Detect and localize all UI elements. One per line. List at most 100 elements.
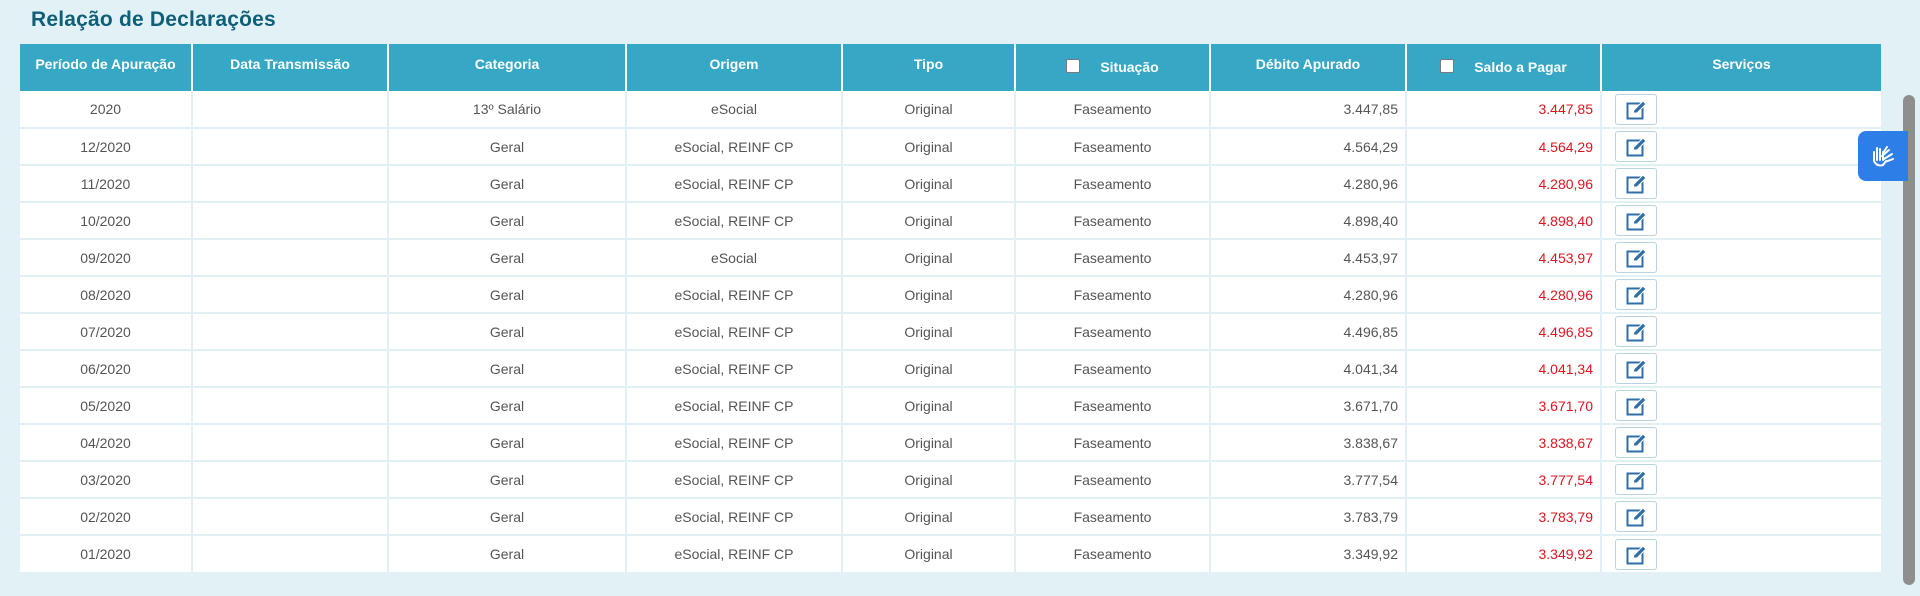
cell-origem: eSocial, REINF CP bbox=[625, 350, 842, 388]
edit-button[interactable] bbox=[1615, 501, 1657, 532]
cell-origem: eSocial bbox=[625, 239, 842, 277]
situacao-select-all-checkbox[interactable] bbox=[1066, 59, 1081, 73]
edit-button[interactable] bbox=[1615, 93, 1657, 125]
cell-origem: eSocial, REINF CP bbox=[625, 387, 842, 425]
edit-icon bbox=[1626, 544, 1647, 564]
saldo-select-all-checkbox[interactable] bbox=[1440, 59, 1455, 73]
edit-icon bbox=[1626, 248, 1647, 268]
edit-icon bbox=[1626, 322, 1647, 342]
table-row: 06/2020 Geral eSocial, REINF CP Original Fas… bbox=[20, 350, 1881, 388]
cell-servicos bbox=[1600, 202, 1881, 240]
cell-tipo: Original bbox=[841, 313, 1015, 351]
cell-servicos bbox=[1600, 313, 1881, 351]
edit-button[interactable] bbox=[1615, 538, 1657, 570]
edit-icon bbox=[1626, 174, 1647, 194]
cell-categoria: Geral bbox=[387, 165, 626, 203]
cell-origem: eSocial, REINF CP bbox=[625, 165, 842, 203]
cell-saldo: 3.447,85 bbox=[1405, 91, 1601, 129]
cell-origem: eSocial bbox=[625, 91, 842, 129]
edit-button[interactable] bbox=[1615, 242, 1657, 273]
cell-debito: 3.447,85 bbox=[1209, 91, 1406, 129]
table-row: 09/2020 Geral eSocial Original Faseamento 4.4… bbox=[20, 239, 1881, 277]
header-situacao-label: Situação bbox=[1100, 59, 1159, 75]
cell-periodo: 12/2020 bbox=[20, 128, 192, 166]
cell-servicos bbox=[1600, 535, 1881, 572]
cell-periodo: 01/2020 bbox=[80, 546, 131, 562]
edit-button[interactable] bbox=[1615, 353, 1657, 384]
cell-data-transmissao bbox=[191, 202, 388, 240]
cell-saldo: 4.564,29 bbox=[1405, 128, 1601, 166]
table-row: 05/2020 Geral eSocial, REINF CP Original Fas… bbox=[20, 387, 1881, 425]
cell-data-transmissao bbox=[191, 313, 388, 351]
cell-categoria: Geral bbox=[387, 276, 626, 314]
header-servicos: Serviços bbox=[1600, 44, 1881, 91]
edit-button[interactable] bbox=[1615, 427, 1657, 458]
cell-debito: 3.777,54 bbox=[1209, 461, 1406, 499]
cell-saldo: 3.349,92 bbox=[1405, 535, 1601, 572]
cell-categoria: Geral bbox=[387, 424, 626, 462]
cell-debito: 3.838,67 bbox=[1209, 424, 1406, 462]
edit-icon bbox=[1626, 507, 1647, 527]
table-row: 11/2020 Geral eSocial, REINF CP Original Fas… bbox=[20, 165, 1881, 203]
declarations-table: Período de Apuração Data Transmissão Cat… bbox=[20, 44, 1881, 572]
cell-categoria: Geral bbox=[387, 461, 626, 499]
cell-saldo: 3.783,79 bbox=[1405, 498, 1601, 536]
cell-saldo: 4.898,40 bbox=[1405, 202, 1601, 240]
cell-periodo: 11/2020 bbox=[20, 165, 192, 203]
table-row: 10/2020 Geral eSocial, REINF CP Original Fas… bbox=[20, 202, 1881, 240]
edit-button[interactable] bbox=[1615, 279, 1657, 310]
cell-data-transmissao bbox=[191, 128, 388, 166]
cell-tipo: Original bbox=[841, 498, 1015, 536]
header-categoria[interactable]: Categoria bbox=[387, 44, 626, 91]
cell-servicos bbox=[1600, 239, 1881, 277]
cell-tipo: Original bbox=[841, 350, 1015, 388]
table-row: 08/2020 Geral eSocial, REINF CP Original Fas… bbox=[20, 276, 1881, 314]
table-row: 04/2020 Geral eSocial, REINF CP Original Fas… bbox=[20, 424, 1881, 462]
edit-button[interactable] bbox=[1615, 131, 1657, 162]
cell-origem: eSocial, REINF CP bbox=[625, 535, 842, 572]
cell-origem: eSocial, REINF CP bbox=[625, 313, 842, 351]
header-tipo[interactable]: Tipo bbox=[841, 44, 1015, 91]
cell-tipo: Original bbox=[841, 424, 1015, 462]
edit-icon bbox=[1626, 211, 1647, 231]
cell-saldo: 4.453,97 bbox=[1405, 239, 1601, 277]
cell-situacao: Faseamento bbox=[1014, 276, 1210, 314]
edit-button[interactable] bbox=[1615, 390, 1657, 421]
accessibility-button[interactable] bbox=[1858, 131, 1908, 181]
cell-saldo: 3.838,67 bbox=[1405, 424, 1601, 462]
cell-servicos bbox=[1600, 498, 1881, 536]
cell-periodo: 2020 bbox=[20, 91, 192, 129]
edit-button[interactable] bbox=[1615, 168, 1657, 199]
cell-periodo: 03/2020 bbox=[20, 461, 192, 499]
cell-origem: eSocial, REINF CP bbox=[625, 498, 842, 536]
header-saldo-label: Saldo a Pagar bbox=[1474, 59, 1567, 75]
edit-icon bbox=[1626, 285, 1647, 305]
edit-icon bbox=[1626, 433, 1647, 453]
cell-data-transmissao bbox=[191, 350, 388, 388]
table-row: 01/2020 Geral eSocial, REINF CP Original Fas… bbox=[20, 535, 1881, 572]
table-row: 2020 13º Salário eSocial Original Faseamento… bbox=[20, 91, 1881, 129]
edit-button[interactable] bbox=[1615, 316, 1657, 347]
cell-origem: eSocial, REINF CP bbox=[625, 424, 842, 462]
edit-button[interactable] bbox=[1615, 205, 1657, 236]
cell-situacao: Faseamento bbox=[1014, 387, 1210, 425]
header-data-transmissao[interactable]: Data Transmissão bbox=[191, 44, 388, 91]
cell-servicos bbox=[1600, 387, 1881, 425]
header-saldo: Saldo a Pagar bbox=[1405, 44, 1601, 91]
header-periodo[interactable]: Período de Apuração bbox=[20, 44, 192, 91]
cell-data-transmissao bbox=[191, 424, 388, 462]
cell-data-transmissao bbox=[191, 461, 388, 499]
header-origem[interactable]: Origem bbox=[625, 44, 842, 91]
cell-situacao: Faseamento bbox=[1014, 535, 1210, 572]
table-header-row: Período de Apuração Data Transmissão Cat… bbox=[20, 44, 1881, 91]
edit-icon bbox=[1626, 99, 1647, 119]
cell-tipo: Original bbox=[841, 276, 1015, 314]
edit-button[interactable] bbox=[1615, 464, 1657, 495]
cell-categoria: Geral bbox=[387, 239, 626, 277]
cell-servicos bbox=[1600, 276, 1881, 314]
cell-tipo: Original bbox=[841, 91, 1015, 129]
cell-debito: 4.280,96 bbox=[1209, 165, 1406, 203]
cell-situacao: Faseamento bbox=[1014, 461, 1210, 499]
header-debito[interactable]: Débito Apurado bbox=[1209, 44, 1406, 91]
edit-icon bbox=[1626, 359, 1647, 379]
